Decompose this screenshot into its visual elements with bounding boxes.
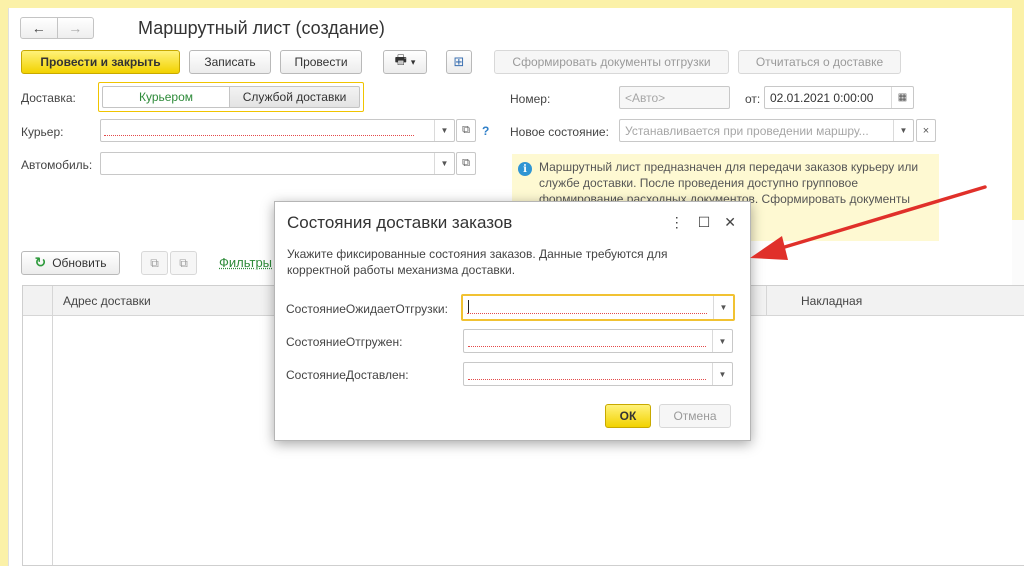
number-label: Номер:: [510, 92, 551, 106]
maximize-icon[interactable]: ☐: [698, 214, 711, 231]
report-delivery-button[interactable]: Отчитаться о доставке: [738, 50, 901, 74]
more-icon[interactable]: ⋮: [670, 214, 684, 231]
required-underline: [467, 313, 707, 314]
close-icon[interactable]: ✕: [724, 214, 736, 231]
chevron-down-icon: ▾: [410, 56, 416, 67]
calendar-icon[interactable]: ▦: [891, 87, 913, 108]
vehicle-input[interactable]: ▼: [100, 152, 455, 175]
print-button[interactable]: 🖶 ▾: [383, 50, 427, 74]
column-header-address[interactable]: Адрес доставки: [63, 294, 151, 308]
state-shipped-label: СостояниеОтгружен:: [286, 335, 403, 349]
chevron-down-icon[interactable]: ▼: [893, 120, 913, 141]
delivery-label: Доставка:: [21, 91, 76, 105]
new-state-input[interactable]: Устанавливается при проведении маршру...…: [619, 119, 914, 142]
required-underline: [104, 135, 414, 136]
filters-link[interactable]: Фильтры: [219, 255, 272, 270]
date-input[interactable]: 02.01.2021 0:00:00 ▦: [764, 86, 914, 109]
dialog-title: Состояния доставки заказов: [287, 213, 513, 232]
nav-buttons: ← →: [20, 17, 94, 39]
new-state-label: Новое состояние:: [510, 125, 609, 139]
column-divider: [766, 286, 767, 316]
open-icon[interactable]: ⧉: [456, 119, 476, 142]
copy-icon[interactable]: ⧉: [141, 251, 168, 275]
open-icon[interactable]: ⧉: [456, 152, 476, 175]
delivery-option-courier[interactable]: Курьером: [102, 86, 230, 108]
number-placeholder: <Авто>: [625, 91, 666, 105]
make-shipping-docs-button[interactable]: Сформировать документы отгрузки: [494, 50, 729, 74]
state-delivered-label: СостояниеДоставлен:: [286, 368, 409, 382]
vehicle-label: Автомобиль:: [21, 158, 93, 172]
structure-icon: ⊞: [453, 54, 465, 70]
background-strip-right: [1012, 0, 1024, 220]
dialog-window-controls: ⋮ ☐ ✕: [670, 214, 736, 231]
refresh-label: Обновить: [52, 256, 107, 270]
date-value: 02.01.2021 0:00:00: [770, 91, 874, 105]
page-title: Маршрутный лист (создание): [138, 18, 385, 38]
post-and-close-button[interactable]: Провести и закрыть: [21, 50, 180, 74]
refresh-icon: ↻: [34, 255, 47, 271]
structure-button[interactable]: ⊞: [446, 50, 472, 74]
forward-button[interactable]: →: [56, 18, 94, 38]
number-input[interactable]: <Авто>: [619, 86, 730, 109]
text-cursor: [468, 300, 469, 314]
clear-button[interactable]: ×: [916, 119, 936, 142]
courier-input[interactable]: ▼: [100, 119, 455, 142]
background-strip-top: [0, 0, 1024, 8]
delivery-mode-switch: Курьером Службой доставки: [98, 82, 364, 112]
refresh-button[interactable]: ↻ Обновить: [21, 251, 120, 275]
date-from-label: от:: [745, 92, 761, 106]
chevron-down-icon[interactable]: ▼: [712, 330, 732, 352]
column-header-invoice[interactable]: Накладная: [801, 294, 862, 308]
delivery-states-dialog: Состояния доставки заказов ⋮ ☐ ✕ Укажите…: [274, 201, 751, 441]
state-awaiting-input[interactable]: ▼: [461, 294, 735, 321]
row-marker-column: [23, 286, 53, 565]
state-awaiting-label: СостояниеОжидаетОтгрузки:: [286, 302, 448, 316]
chevron-down-icon[interactable]: ▼: [713, 296, 733, 319]
required-underline: [468, 346, 706, 347]
state-delivered-input[interactable]: ▼: [463, 362, 733, 386]
printer-icon: 🖶: [394, 53, 407, 68]
cancel-button[interactable]: Отмена: [659, 404, 731, 428]
new-state-placeholder: Устанавливается при проведении маршру...: [625, 124, 869, 138]
required-underline: [468, 379, 706, 380]
state-shipped-input[interactable]: ▼: [463, 329, 733, 353]
chevron-down-icon[interactable]: ▼: [434, 153, 454, 174]
background-strip-left: [0, 0, 8, 566]
back-button[interactable]: ←: [21, 18, 57, 38]
annotation-arrow-icon: [750, 185, 987, 260]
paste-icon[interactable]: ⧉: [170, 251, 197, 275]
chevron-down-icon[interactable]: ▼: [434, 120, 454, 141]
help-icon[interactable]: ?: [482, 124, 489, 138]
ok-button[interactable]: ОК: [605, 404, 651, 428]
post-button[interactable]: Провести: [280, 50, 362, 74]
dialog-description: Укажите фиксированные состояния заказов.…: [287, 247, 668, 277]
chevron-down-icon[interactable]: ▼: [712, 363, 732, 385]
courier-label: Курьер:: [21, 125, 64, 139]
save-button[interactable]: Записать: [189, 50, 271, 74]
delivery-option-service[interactable]: Службой доставки: [230, 86, 360, 108]
info-icon: i: [518, 162, 532, 176]
